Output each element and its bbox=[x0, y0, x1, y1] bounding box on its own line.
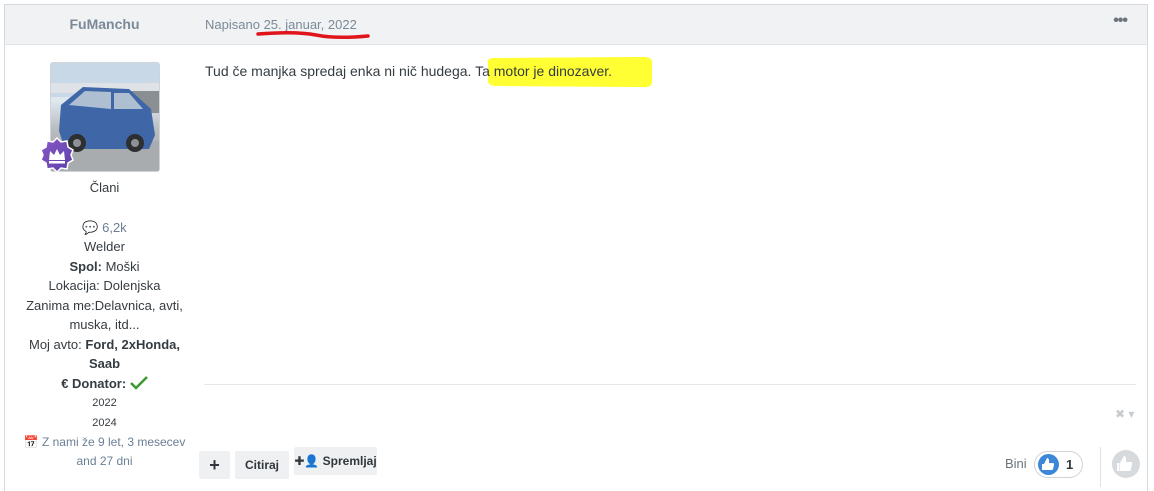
crown-rank-icon bbox=[39, 136, 74, 174]
post-header: FuManchu Napisano 25. januar, 2022 ••• bbox=[5, 5, 1147, 45]
calendar-icon: 📅 bbox=[23, 435, 39, 449]
thumbs-up-icon bbox=[1038, 454, 1059, 475]
gender-value: Moški bbox=[105, 258, 140, 274]
car-value: Ford, 2xHonda, bbox=[85, 336, 180, 352]
author-name[interactable]: FuManchu bbox=[5, 16, 204, 32]
member-since-line-2: and 27 dni bbox=[76, 454, 133, 468]
donator-year-2: 2024 bbox=[92, 417, 117, 429]
divider bbox=[204, 384, 1136, 385]
interests-line-2: muska, itd... bbox=[69, 317, 140, 332]
follow-button[interactable]: ✚👤 Spremljaj bbox=[294, 447, 377, 475]
post-text-highlighted: Ta motor je dinozaver. bbox=[475, 63, 613, 79]
quote-button[interactable]: Citiraj bbox=[235, 451, 289, 479]
reaction-count: 1 bbox=[1066, 457, 1074, 472]
gender-label: Spol: bbox=[69, 258, 102, 274]
location-field: Lokacija: Dolenjska bbox=[5, 276, 204, 296]
author-panel: Člani 💬 6,2k Welder Spol: Moški Lokacija… bbox=[5, 45, 204, 471]
car-label: Moj avto: bbox=[29, 336, 82, 352]
react-button[interactable] bbox=[1112, 450, 1140, 478]
location-value: Dolenjska bbox=[103, 278, 161, 293]
car-value-line-2: Saab bbox=[88, 356, 121, 371]
interests-line-1: Zanima me:Delavnica, avti, bbox=[26, 297, 183, 313]
checkmark-icon bbox=[129, 375, 148, 390]
post-date: Napisano 25. januar, 2022 bbox=[205, 17, 370, 40]
donator-field: € Donator: bbox=[5, 374, 204, 394]
member-title: Welder bbox=[84, 239, 125, 254]
post-body: Tud če manjka spredaj enka ni nič hudega… bbox=[205, 63, 612, 79]
more-options-icon[interactable]: ••• bbox=[1113, 12, 1128, 30]
red-underline-annotation bbox=[255, 30, 370, 40]
donator-label: € Donator: bbox=[61, 375, 127, 391]
member-since: 📅 Z nami že 9 let, 3 mesecev bbox=[23, 435, 186, 449]
reaction-summary[interactable]: 1 bbox=[1034, 451, 1083, 478]
post-date-prefix: Napisano bbox=[205, 17, 260, 32]
reaction-likers[interactable]: Bini bbox=[1005, 456, 1027, 471]
add-button[interactable]: + bbox=[199, 451, 230, 479]
car-field: Moj avto: Ford, 2xHonda, bbox=[5, 335, 204, 355]
post-count: 💬 6,2k bbox=[5, 218, 204, 238]
post-count-value: 6,2k bbox=[102, 219, 127, 235]
close-icon[interactable]: ✖ ▾ bbox=[1115, 407, 1134, 421]
separator bbox=[1100, 447, 1101, 487]
add-user-icon: ✚👤 bbox=[294, 454, 320, 468]
location-label: Lokacija: bbox=[48, 278, 100, 293]
gender-field: Spol: Moški bbox=[5, 257, 204, 277]
forum-post: FuManchu Napisano 25. januar, 2022 ••• Č… bbox=[4, 4, 1148, 491]
member-group: Člani bbox=[89, 180, 120, 195]
comment-icon: 💬 bbox=[82, 219, 99, 235]
thumbs-up-icon bbox=[1117, 456, 1133, 471]
post-text: Tud če manjka spredaj enka ni nič hudega… bbox=[205, 63, 472, 79]
donator-year-1: 2022 bbox=[92, 397, 117, 409]
